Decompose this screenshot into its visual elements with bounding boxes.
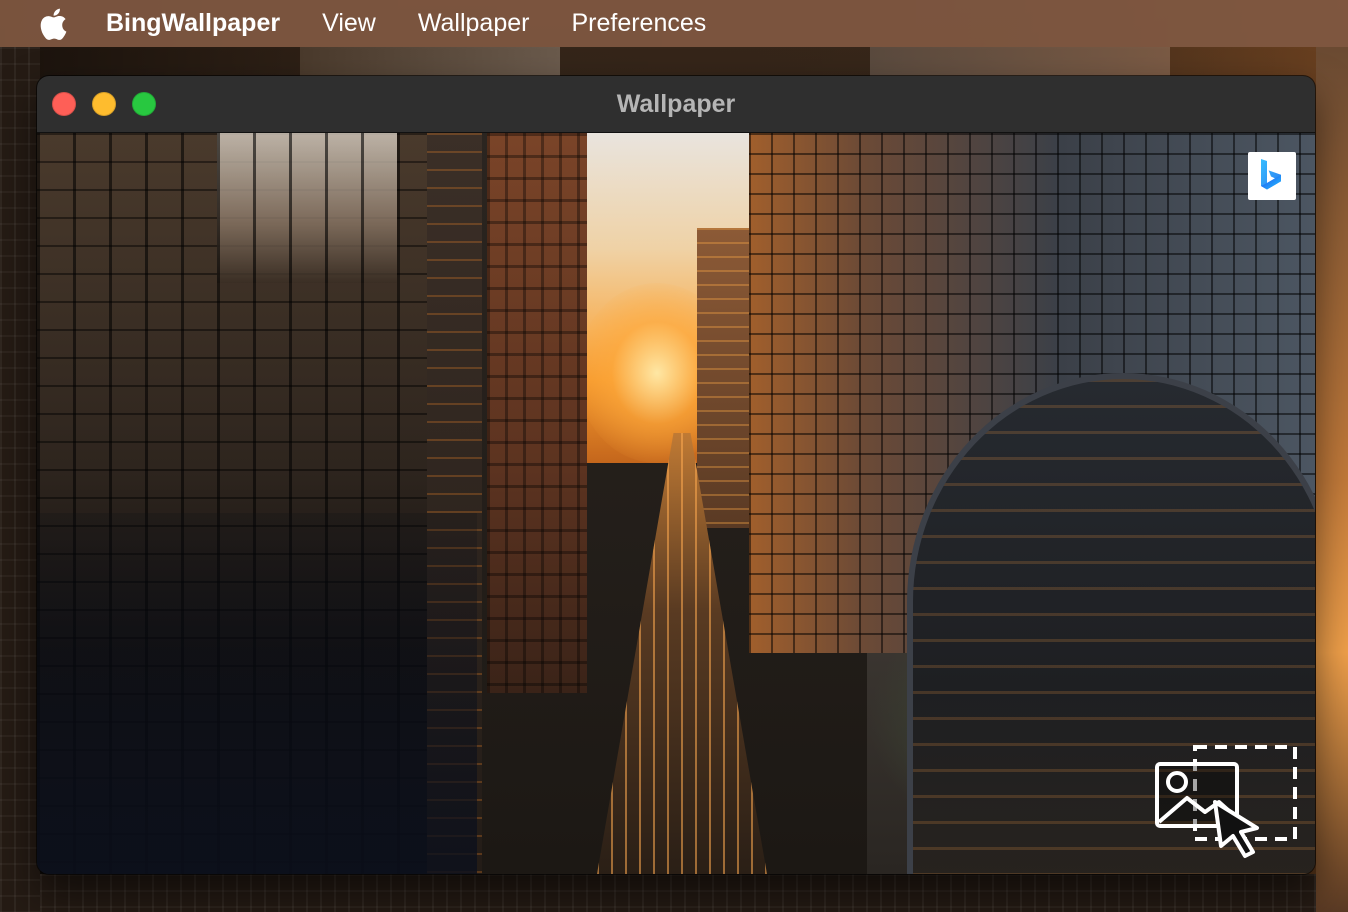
set-wallpaper-button[interactable] (1153, 744, 1299, 860)
set-wallpaper-icon (1155, 745, 1297, 858)
apple-logo-icon[interactable] (38, 7, 68, 41)
minimize-window-button[interactable] (92, 92, 116, 116)
menu-view[interactable]: View (322, 9, 376, 38)
image-building (487, 133, 587, 693)
image-building-reflection (217, 133, 397, 283)
window-title: Wallpaper (616, 89, 736, 118)
wallpaper-window: Wallpaper (37, 76, 1315, 874)
menu-app-name[interactable]: BingWallpaper (106, 9, 280, 38)
image-shadow (37, 513, 477, 874)
image-building (697, 228, 757, 528)
menu-preferences[interactable]: Preferences (571, 9, 706, 38)
close-window-button[interactable] (52, 92, 76, 116)
window-titlebar[interactable]: Wallpaper (37, 76, 1315, 133)
bing-logo-icon (1248, 152, 1296, 200)
wallpaper-preview-image (37, 133, 1315, 874)
menu-bar: BingWallpaper View Wallpaper Preferences (0, 0, 1348, 47)
zoom-window-button[interactable] (132, 92, 156, 116)
menu-wallpaper[interactable]: Wallpaper (418, 9, 530, 38)
